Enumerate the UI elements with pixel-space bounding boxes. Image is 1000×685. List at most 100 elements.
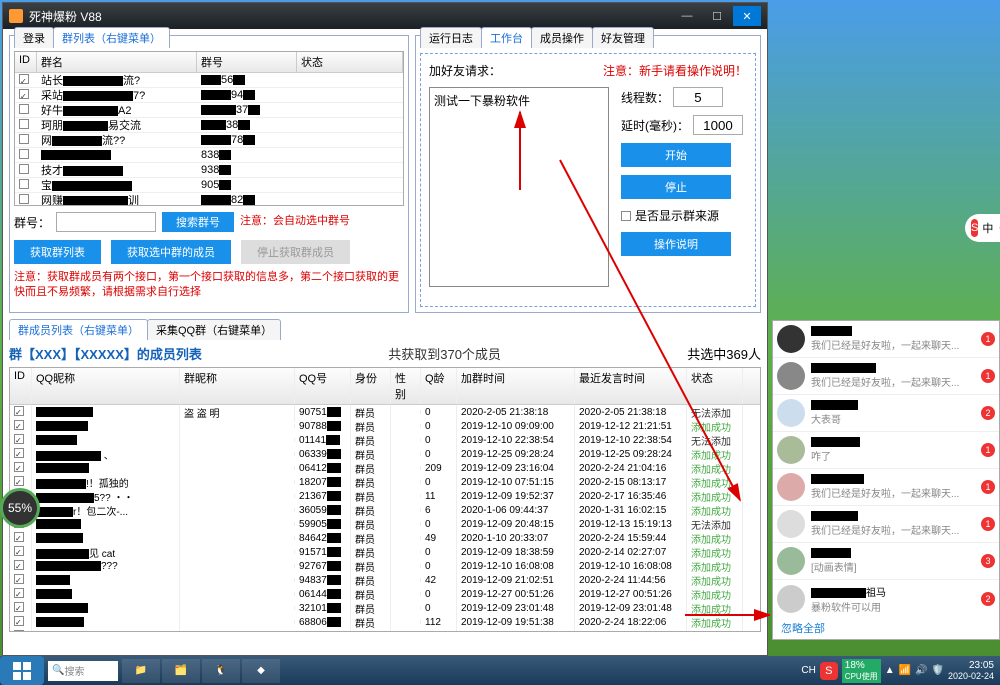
member-grid: ID QQ昵称 群昵称 QQ号 身份 性别 Q龄 加群时间 最近发言时间 状态 … xyxy=(9,367,761,632)
stop-get-members-button[interactable]: 停止获取群成员 xyxy=(241,240,350,264)
col-group-name[interactable]: 群名 xyxy=(37,52,197,72)
col-status[interactable]: 状态 xyxy=(297,52,403,72)
left-warning: 注意：获取群成员有两个接口，第一个接口获取的信息多，第二个接口获取的更快而且不易… xyxy=(14,270,404,301)
taskbar-qq-icon[interactable]: 🐧 xyxy=(202,659,240,683)
threads-input[interactable] xyxy=(673,87,723,107)
chat-item[interactable]: [动画表情] 3 xyxy=(773,543,999,580)
group-row[interactable]: 珂朋易交流 38 xyxy=(15,118,403,133)
delay-label: 延时(毫秒)： xyxy=(621,117,689,134)
chat-item[interactable]: 我们已经是好友啦，一起来聊天... 1 xyxy=(773,358,999,395)
group-row[interactable]: 网流?? 78 xyxy=(15,133,403,148)
group-row[interactable]: 好牛A2 37 xyxy=(15,103,403,118)
unread-badge: 1 xyxy=(981,517,995,531)
mcol-nick[interactable]: QQ昵称 xyxy=(32,368,180,404)
mcol-stat[interactable]: 状态 xyxy=(687,368,743,404)
taskbar-search[interactable]: 🔍 搜索 xyxy=(48,661,118,681)
group-row[interactable]: 宝 905 xyxy=(15,178,403,193)
mcol-qq[interactable]: QQ号 xyxy=(295,368,351,404)
group-panel: 登录 群列表（右键菜单） ID 群名 群号 状态 站长流? 56 采站7? 94… xyxy=(9,35,409,313)
avatar xyxy=(777,510,805,538)
mcol-id[interactable]: ID xyxy=(10,368,32,404)
search-note: 注意：会自动选中群号 xyxy=(240,214,350,229)
unread-badge: 1 xyxy=(981,443,995,457)
ignore-all-link[interactable]: 忽略全部 xyxy=(773,616,999,640)
tray-sogou-icon[interactable]: S xyxy=(820,662,838,680)
member-section: 群成员列表（右键菜单） 采集QQ群（右键菜单） 群【XXX】【XXXXX】的成员… xyxy=(3,319,767,655)
unread-badge: 1 xyxy=(981,369,995,383)
tab-member-ops[interactable]: 成员操作 xyxy=(531,27,593,48)
manual-button[interactable]: 操作说明 xyxy=(621,232,731,256)
search-group-button[interactable]: 搜索群号 xyxy=(162,212,234,232)
mcol-jtime[interactable]: 加群时间 xyxy=(457,368,575,404)
get-selected-members-button[interactable]: 获取选中群的成员 xyxy=(111,240,231,264)
taskbar: 🔍 搜索 📁 🗂️ 🐧 ◆ CH S 18%CPU使用 ▲ 📶 🔊 🛡️ 23:… xyxy=(0,656,1000,685)
tray-clock[interactable]: 23:05 2020-02-24 xyxy=(948,660,994,681)
taskbar-folder-icon[interactable]: 🗂️ xyxy=(162,659,200,683)
show-source-checkbox[interactable]: 是否显示群来源 xyxy=(621,207,743,224)
group-row[interactable]: 技才 938 xyxy=(15,163,403,178)
delay-input[interactable] xyxy=(693,115,743,135)
tray-up-icon[interactable]: ▲ xyxy=(885,665,895,676)
maximize-button[interactable]: ☐ xyxy=(703,6,731,26)
group-row[interactable]: 838 xyxy=(15,148,403,163)
mcol-sex[interactable]: 性别 xyxy=(391,368,421,404)
taskbar-app-icon[interactable]: ◆ xyxy=(242,659,280,683)
group-search-input[interactable] xyxy=(56,212,156,232)
friend-req-label: 加好友请求： xyxy=(429,62,501,79)
start-button[interactable] xyxy=(0,656,44,685)
group-grid: ID 群名 群号 状态 站长流? 56 采站7? 94 好牛A2 37 珂朋易交… xyxy=(14,51,404,206)
member-row[interactable]: 83382 群员0 2019-12-31 15:08:292019-12-31 … xyxy=(10,629,760,632)
cpu-usage: 18%CPU使用 xyxy=(842,659,881,683)
group-row[interactable]: 采站7? 94 xyxy=(15,88,403,103)
tab-member-list[interactable]: 群成员列表（右键菜单） xyxy=(9,319,148,340)
unread-badge: 2 xyxy=(981,406,995,420)
group-row[interactable]: 网赚训 82 xyxy=(15,193,403,206)
tab-group-list[interactable]: 群列表（右键菜单） xyxy=(53,27,170,48)
mcol-gnick[interactable]: 群昵称 xyxy=(180,368,295,404)
mcol-ltime[interactable]: 最近发言时间 xyxy=(575,368,687,404)
chat-item[interactable]: 祖马暴粉软件可以用 2 xyxy=(773,580,999,616)
tab-log[interactable]: 运行日志 xyxy=(420,27,482,48)
search-label: 群号： xyxy=(14,214,50,231)
chat-item[interactable]: 大表哥 2 xyxy=(773,395,999,432)
tab-friend-mgmt[interactable]: 好友管理 xyxy=(592,27,654,48)
tray-sound-icon[interactable]: 🔊 xyxy=(915,665,927,676)
minimize-button[interactable]: — xyxy=(673,6,701,26)
avatar xyxy=(777,473,805,501)
friend-message-input[interactable] xyxy=(429,87,609,287)
stop-button[interactable]: 停止 xyxy=(621,175,731,199)
tab-workbench[interactable]: 工作台 xyxy=(481,27,532,48)
progress-indicator: 55% xyxy=(0,488,40,528)
threads-label: 线程数： xyxy=(621,89,669,106)
unread-badge: 1 xyxy=(981,332,995,346)
start-button[interactable]: 开始 xyxy=(621,143,731,167)
sogou-icon: S xyxy=(971,219,978,237)
chat-item[interactable]: 我们已经是好友啦，一起来聊天... 1 xyxy=(773,469,999,506)
tray-network-icon[interactable]: 📶 xyxy=(899,665,911,676)
avatar xyxy=(777,436,805,464)
windows-icon xyxy=(12,661,32,681)
chat-item[interactable]: 我们已经是好友啦，一起来聊天... 1 xyxy=(773,321,999,358)
col-group-num[interactable]: 群号 xyxy=(197,52,297,72)
mcol-qage[interactable]: Q龄 xyxy=(421,368,457,404)
close-button[interactable]: ✕ xyxy=(733,6,761,26)
ime-widget[interactable]: S 中 ☺ xyxy=(965,214,1000,242)
group-row[interactable]: 站长流? 56 xyxy=(15,73,403,88)
app-window: 死神爆粉 V88 — ☐ ✕ 登录 群列表（右键菜单） ID 群名 群号 状态 xyxy=(2,2,768,656)
selected-count: 共选中369人 xyxy=(687,344,761,363)
avatar xyxy=(777,399,805,427)
chat-item[interactable]: 我们已经是好友啦，一起来聊天... 1 xyxy=(773,506,999,543)
taskbar-explorer-icon[interactable]: 📁 xyxy=(122,659,160,683)
chat-item[interactable]: 咋了 1 xyxy=(773,432,999,469)
tray-shield-icon[interactable]: 🛡️ xyxy=(932,665,944,676)
tab-collect-groups[interactable]: 采集QQ群（右键菜单） xyxy=(147,319,281,340)
ime-indicator[interactable]: CH xyxy=(801,665,815,676)
chat-panel: 我们已经是好友啦，一起来聊天... 1 我们已经是好友啦，一起来聊天... 1 … xyxy=(772,320,1000,640)
app-title: 死神爆粉 V88 xyxy=(29,8,673,25)
col-id[interactable]: ID xyxy=(15,52,37,72)
titlebar[interactable]: 死神爆粉 V88 — ☐ ✕ xyxy=(3,3,767,29)
tab-login[interactable]: 登录 xyxy=(14,27,54,48)
mcol-role[interactable]: 身份 xyxy=(351,368,391,404)
get-group-list-button[interactable]: 获取群列表 xyxy=(14,240,101,264)
work-panel: 运行日志 工作台 成员操作 好友管理 加好友请求： 注意：新手请看操作说明！ xyxy=(415,35,761,313)
